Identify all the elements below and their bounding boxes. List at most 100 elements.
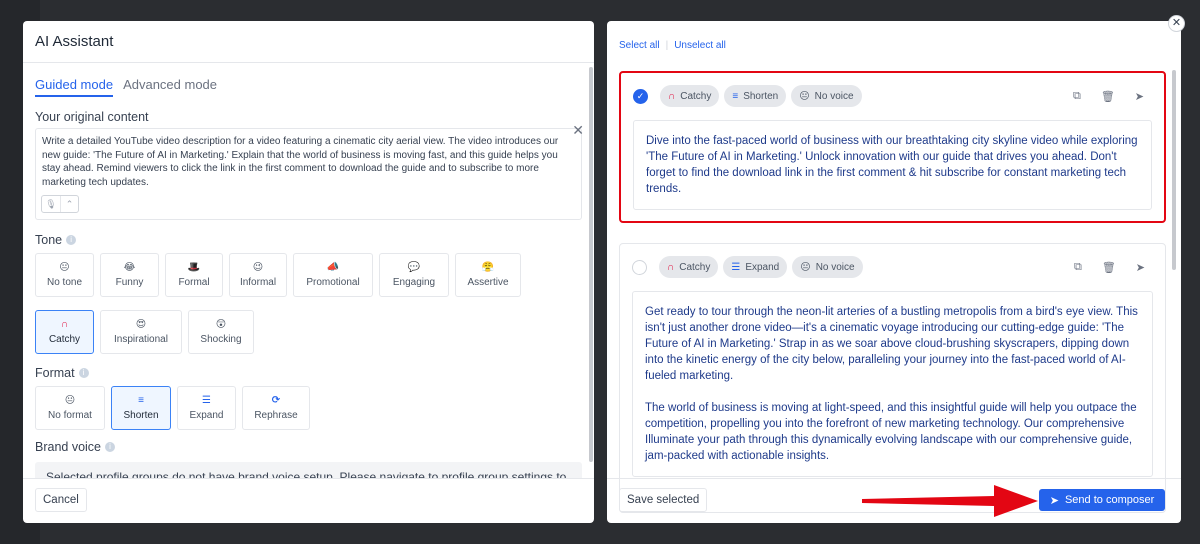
- send-icon[interactable]: ➤: [1136, 261, 1145, 274]
- neutral-face-icon: 😐: [800, 261, 811, 273]
- select-all-link[interactable]: Select all: [619, 40, 660, 51]
- assertive-face-icon: 😤: [481, 262, 495, 273]
- scrollbar[interactable]: [589, 67, 593, 462]
- card-content[interactable]: Get ready to tour through the neon-lit a…: [632, 291, 1153, 477]
- magnet-icon: ∩: [668, 90, 676, 102]
- refresh-icon: ⟳: [271, 395, 281, 406]
- laughing-face-icon: 😂: [123, 262, 136, 273]
- result-card[interactable]: ∩ Catchy ☰ Expand 😐 No voice ⧉ 🗑 ➤ Get read…: [619, 243, 1166, 513]
- result-card[interactable]: ✓ ∩ Catchy ≡ Shorten 😐 No voice ⧉ 🗑 ➤ Dive …: [619, 71, 1166, 223]
- tab-advanced-mode[interactable]: Advanced mode: [123, 77, 217, 97]
- send-icon[interactable]: ➤: [1135, 90, 1144, 103]
- speech-bubble-icon: 💬: [407, 262, 421, 273]
- mode-tabs: Guided mode Advanced mode: [35, 77, 582, 97]
- card-toolbar: ✓ ∩ Catchy ≡ Shorten 😐 No voice ⧉ 🗑 ➤: [633, 82, 1152, 110]
- tab-guided-mode[interactable]: Guided mode: [35, 77, 114, 97]
- tag-format: ≡ Shorten: [724, 85, 787, 107]
- check-icon[interactable]: [632, 259, 647, 275]
- close-icon[interactable]: ✕: [1168, 15, 1185, 32]
- tone-funny[interactable]: 😂 Funny: [100, 253, 159, 297]
- tag-label: Expand: [745, 261, 780, 273]
- format-rephrase[interactable]: ⟳ Rephrase: [242, 386, 310, 430]
- brand-voice-note: Selected profile groups do not have bran…: [35, 462, 582, 478]
- magnet-icon: ∩: [667, 261, 675, 273]
- tone-assertive[interactable]: 😤 Assertive: [455, 253, 521, 297]
- send-label: Send to composer: [1064, 494, 1155, 506]
- heart-eyes-icon: 😍: [135, 319, 147, 330]
- brand-voice-label-text: Brand voice: [35, 440, 102, 454]
- chip-label: Promotional: [306, 277, 360, 288]
- cancel-button[interactable]: Cancel: [35, 488, 87, 512]
- card-actions: ⧉ 🗑 ➤: [1074, 261, 1153, 274]
- tone-shocking[interactable]: 😲 Shocking: [188, 310, 254, 354]
- chip-label: Shorten: [123, 410, 159, 421]
- format-label: Format i: [35, 366, 582, 380]
- tone-label: Tone i: [35, 233, 582, 247]
- brand-voice-label: Brand voice i: [35, 440, 582, 454]
- format-label-text: Format: [35, 366, 75, 380]
- red-arrow-annotation: [862, 485, 1038, 517]
- tag-label: No voice: [814, 90, 854, 102]
- copy-icon[interactable]: ⧉: [1073, 90, 1081, 103]
- original-content-label: Your original content: [35, 110, 149, 124]
- format-shorten[interactable]: ≡ Shorten: [111, 386, 171, 430]
- tone-no-tone[interactable]: 😐 No tone: [35, 253, 94, 297]
- tone-label-text: Tone: [35, 233, 63, 247]
- panel-body: Guided mode Advanced mode Your original …: [23, 64, 594, 478]
- chip-label: No format: [48, 410, 92, 421]
- top-hat-icon: 🎩: [187, 262, 201, 273]
- info-icon[interactable]: i: [66, 235, 77, 245]
- expand-lines-icon: ☰: [731, 261, 741, 273]
- mic-controls: 🎙 ⌃: [41, 195, 79, 213]
- mic-icon[interactable]: 🎙: [42, 196, 60, 212]
- save-selected-button[interactable]: Save selected: [619, 488, 708, 512]
- chip-label: Informal: [239, 277, 277, 288]
- send-icon: ➤: [1049, 494, 1059, 507]
- card-paragraph: Dive into the fast-paced world of busine…: [646, 135, 1138, 195]
- tag-voice: 😐 No voice: [792, 256, 863, 278]
- panel-title: AI Assistant: [35, 33, 114, 50]
- shocked-face-icon: 😲: [215, 319, 227, 330]
- tone-inspirational[interactable]: 😍 Inspirational: [100, 310, 182, 354]
- close-icon[interactable]: ✕: [572, 122, 584, 139]
- trash-icon[interactable]: 🗑: [1101, 90, 1115, 103]
- format-expand[interactable]: ☰ Expand: [177, 386, 236, 430]
- tag-label: No voice: [815, 261, 855, 273]
- chevron-up-icon[interactable]: ⌃: [60, 196, 78, 212]
- card-paragraph: Get ready to tour through the neon-lit a…: [645, 306, 1138, 382]
- unselect-all-link[interactable]: Unselect all: [674, 40, 726, 51]
- original-content-text[interactable]: Write a detailed YouTube video descripti…: [42, 135, 575, 189]
- format-no-format[interactable]: 😐 No format: [35, 386, 105, 430]
- info-icon[interactable]: i: [105, 442, 116, 452]
- expand-lines-icon: ☰: [202, 395, 211, 406]
- tone-catchy[interactable]: ∩ Catchy: [35, 310, 94, 354]
- tone-formal[interactable]: 🎩 Formal: [165, 253, 223, 297]
- original-content-box[interactable]: Write a detailed YouTube video descripti…: [35, 122, 584, 220]
- tag-format: ☰ Expand: [723, 256, 788, 278]
- panel-footer: Cancel: [23, 478, 594, 523]
- copy-icon[interactable]: ⧉: [1074, 261, 1082, 274]
- card-content[interactable]: Dive into the fast-paced world of busine…: [633, 120, 1152, 210]
- card-actions: ⧉ 🗑 ➤: [1073, 90, 1152, 103]
- ai-assistant-panel: AI Assistant Guided mode Advanced mode Y…: [23, 21, 594, 523]
- tag-voice: 😐 No voice: [791, 85, 862, 107]
- trash-icon[interactable]: 🗑: [1102, 261, 1116, 274]
- check-icon[interactable]: ✓: [633, 88, 648, 104]
- tag-tone: ∩ Catchy: [660, 85, 720, 107]
- tone-promotional[interactable]: 📣 Promotional: [293, 253, 373, 297]
- tone-informal[interactable]: 😉 Informal: [229, 253, 287, 297]
- panel-header: AI Assistant: [23, 21, 594, 63]
- scrollbar[interactable]: [1172, 70, 1176, 270]
- chip-label: Engaging: [392, 277, 436, 288]
- send-to-composer-button[interactable]: ➤ Send to composer: [1039, 489, 1165, 511]
- chip-label: Funny: [115, 277, 144, 288]
- tone-engaging[interactable]: 💬 Engaging: [379, 253, 449, 297]
- tag-label: Catchy: [680, 90, 712, 102]
- selection-links: Select all | Unselect all: [619, 40, 726, 51]
- neutral-face-icon: 😐: [59, 262, 70, 273]
- chip-label: Shocking: [200, 334, 242, 345]
- tag-label: Shorten: [743, 90, 779, 102]
- chip-label: Formal: [178, 277, 210, 288]
- info-icon[interactable]: i: [78, 368, 89, 378]
- divider: |: [665, 40, 669, 51]
